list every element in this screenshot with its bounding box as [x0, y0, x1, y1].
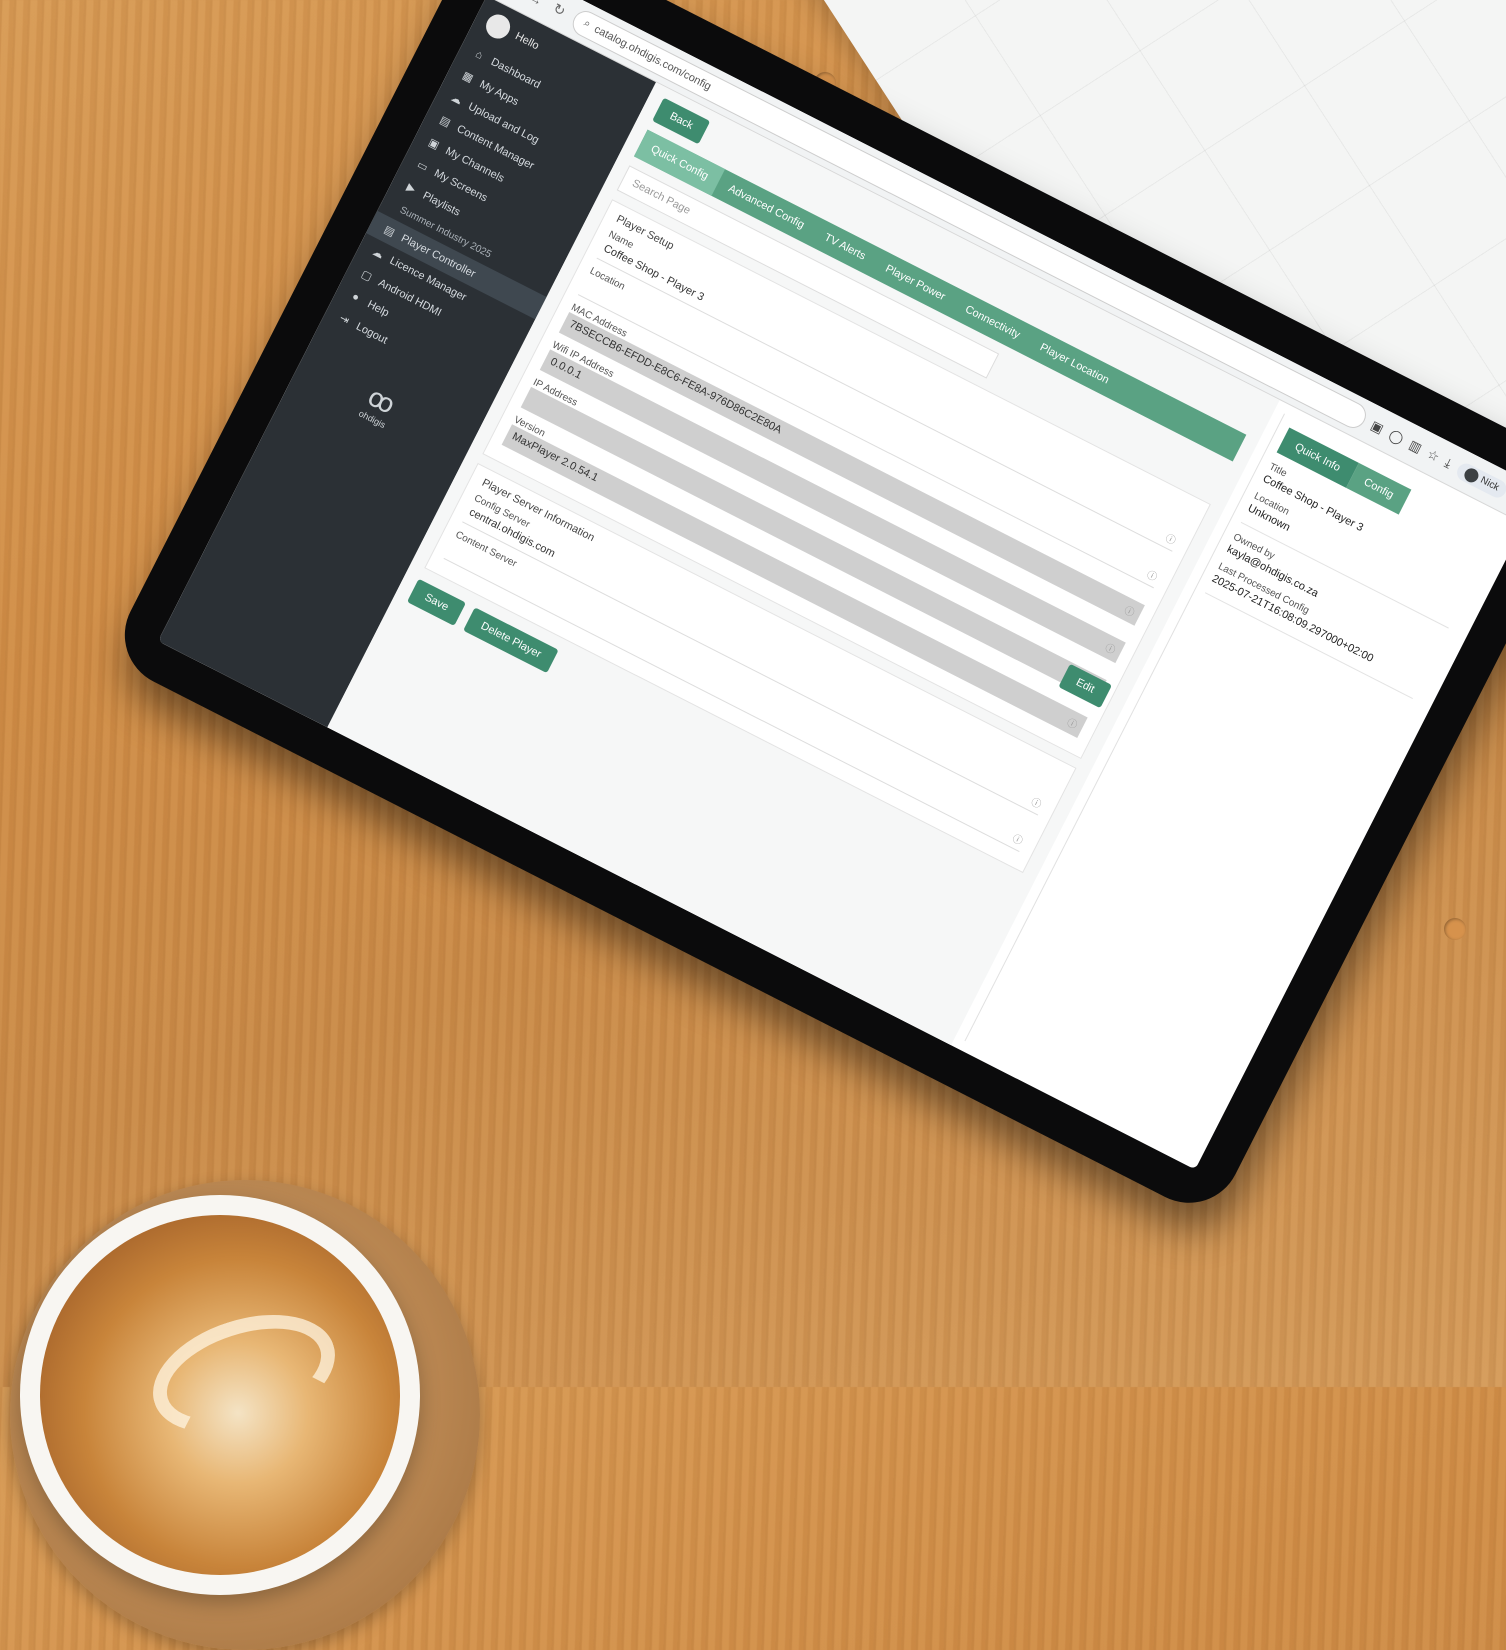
shield-icon[interactable]: ◯	[1386, 426, 1407, 447]
profile-name: Nick	[1478, 474, 1501, 494]
reload-icon[interactable]: ↻	[547, 0, 571, 22]
paper-punch-hole	[1444, 918, 1466, 940]
download-icon[interactable]: ⤓	[1442, 455, 1454, 472]
info-icon: ⓘ	[1163, 532, 1178, 548]
sidebar-item-icon: ☁	[370, 245, 386, 262]
info-icon: ⓘ	[1144, 569, 1159, 584]
sidebar-item-icon: ▭	[414, 158, 430, 175]
info-icon: ⓘ	[1028, 796, 1043, 812]
bookmark-icon[interactable]: ☆	[1424, 446, 1442, 466]
info-icon: ⓘ	[1064, 717, 1079, 732]
forward-arrow-icon[interactable]: →	[524, 0, 547, 9]
sidebar-item-icon: ▦	[460, 69, 476, 86]
sidebar-item-icon: ▤	[437, 114, 453, 130]
sidebar-item-icon: ☁	[448, 91, 465, 108]
info-icon: ⓘ	[1010, 833, 1025, 848]
profile-chip[interactable]: Nick	[1453, 459, 1506, 501]
sidebar-item-label: Help	[365, 298, 391, 320]
avatar	[1461, 465, 1481, 485]
search-icon: ⌕	[581, 16, 593, 31]
sidebar-item-icon: ▤	[381, 223, 397, 240]
brand-name: Hello	[513, 30, 541, 53]
info-icon: ⓘ	[1102, 642, 1117, 657]
brand-logo	[481, 10, 515, 43]
sidebar-item-icon: ⇥	[337, 312, 352, 328]
sidebar-item-icon: ⌂	[473, 48, 485, 62]
sidebar-item-icon: ▣	[426, 136, 442, 152]
save-button[interactable]: Save	[406, 578, 467, 626]
info-icon: ⓘ	[1121, 605, 1136, 620]
tab-5[interactable]: Player Location	[1023, 328, 1126, 400]
translate-icon[interactable]: ▥	[1406, 436, 1425, 456]
sidebar-item-icon: ▢	[359, 268, 374, 284]
sidebar-item-icon: ▶	[404, 181, 418, 196]
sidebar-footer-logo: ꝏ ohdigis	[357, 381, 401, 431]
sidebar-item-icon: ●	[349, 290, 362, 305]
extension-icon[interactable]: ▣	[1368, 417, 1387, 437]
